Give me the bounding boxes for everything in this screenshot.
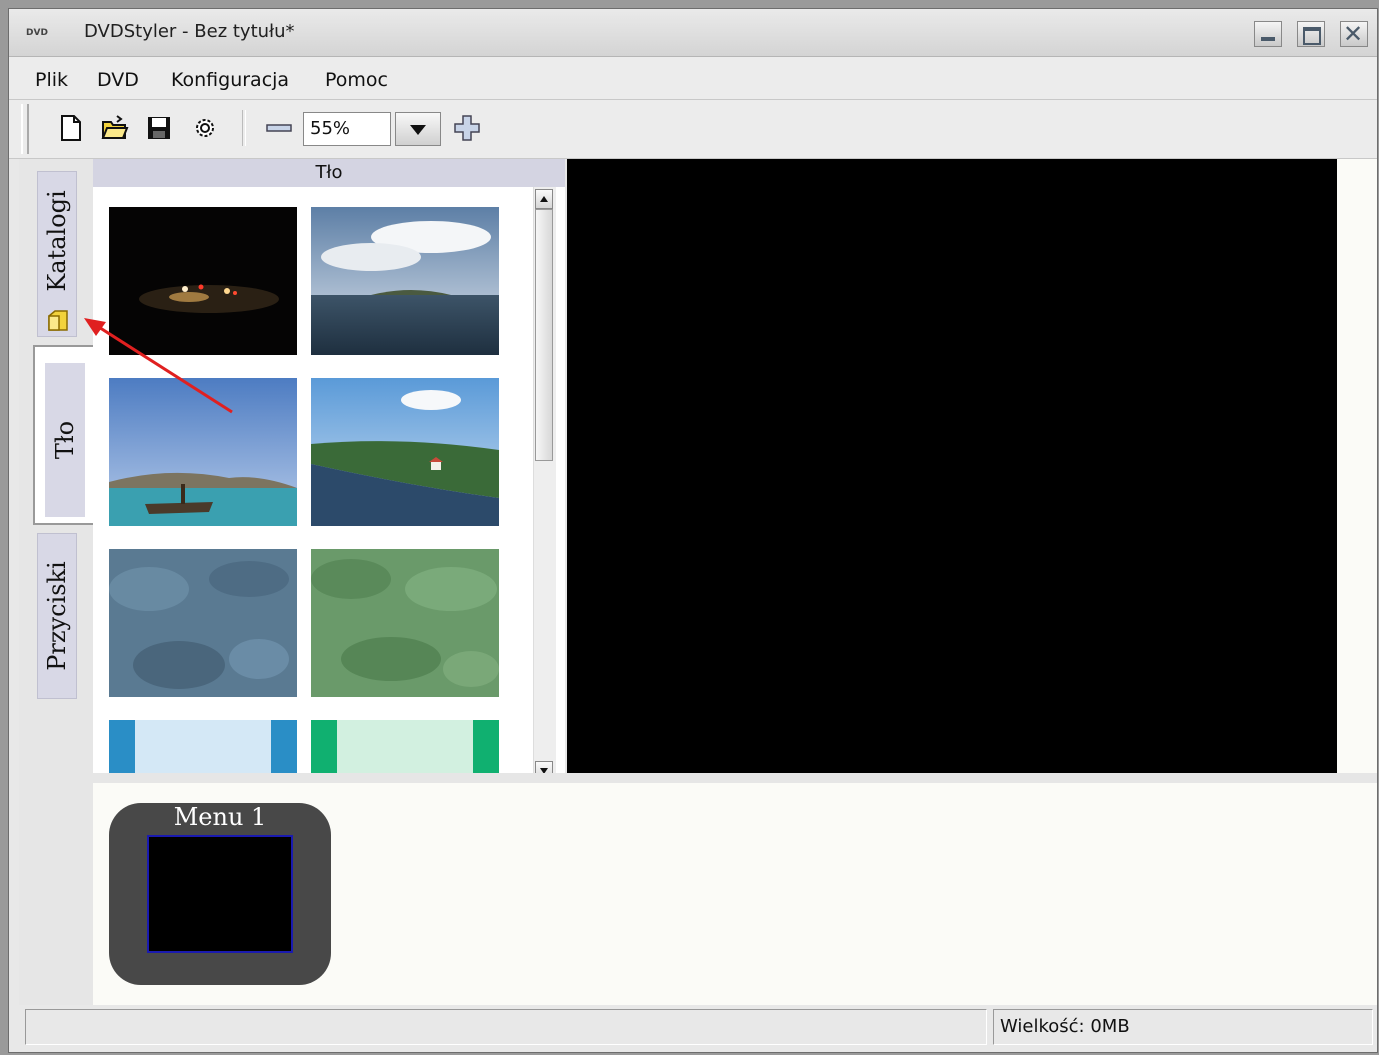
toolbar-separator: [242, 110, 246, 146]
save-icon[interactable]: [145, 114, 173, 142]
new-document-icon[interactable]: [57, 114, 85, 142]
tab-przyciski-label: Przyciski: [43, 561, 71, 671]
menu-card-title: Menu 1: [173, 803, 267, 831]
app-window: DVD DVDStyler - Bez tytułu* ✕ Plik DVD K…: [8, 8, 1378, 1053]
horizontal-splitter[interactable]: [93, 773, 1377, 783]
minimize-button[interactable]: [1254, 21, 1282, 47]
open-folder-icon[interactable]: [101, 114, 129, 142]
title-bar[interactable]: DVD DVDStyler - Bez tytułu* ✕: [9, 9, 1377, 57]
preview-side-area: [1337, 159, 1377, 773]
close-button[interactable]: ✕: [1340, 20, 1368, 48]
status-message: [25, 1009, 987, 1045]
zoom-out-icon[interactable]: [265, 114, 293, 142]
scrollbar-thumb[interactable]: [535, 209, 553, 461]
gear-icon[interactable]: [191, 114, 219, 142]
menu-plik[interactable]: Plik: [35, 69, 68, 91]
zoom-in-icon[interactable]: [453, 114, 481, 142]
folder-icon: [48, 310, 68, 331]
scroll-up-button[interactable]: [535, 189, 553, 209]
tab-katalogi[interactable]: Katalogi: [37, 171, 77, 337]
toolbar-grip[interactable]: [21, 104, 29, 154]
sidebar-tabs: Katalogi Tło Przyciski: [19, 159, 97, 1005]
window-title: DVDStyler - Bez tytułu*: [84, 21, 295, 42]
tab-tlo-label: Tło: [51, 420, 79, 460]
tab-katalogi-label: Katalogi: [43, 190, 71, 292]
thumbnail-ship-coast[interactable]: [109, 378, 297, 526]
thumbnail-blue-camouflage[interactable]: [109, 549, 297, 697]
menu-card-screen: [147, 835, 293, 953]
titleset-panel: Menu 1: [93, 783, 1377, 1005]
tab-tlo[interactable]: Tło: [33, 345, 97, 525]
thumbnail-sea-clouds[interactable]: [311, 207, 499, 355]
menu-konfiguracja[interactable]: Konfiguracja: [171, 69, 289, 91]
tab-przyciski[interactable]: Przyciski: [37, 533, 77, 699]
tab-tlo-inner: Tło: [45, 363, 85, 517]
background-panel: Tło: [93, 159, 565, 783]
zoom-dropdown-button[interactable]: [395, 112, 441, 146]
status-size: Wielkość: 0MB: [993, 1009, 1373, 1045]
thumbnail-river-village[interactable]: [311, 378, 499, 526]
zoom-input[interactable]: 55%: [303, 112, 391, 146]
maximize-button[interactable]: [1297, 21, 1325, 47]
menu-card[interactable]: Menu 1: [109, 803, 331, 985]
menu-bar: Plik DVD Konfiguracja Pomoc: [9, 57, 1377, 100]
status-bar: Wielkość: 0MB: [21, 1005, 1377, 1049]
menu-preview-canvas[interactable]: [567, 159, 1337, 773]
thumbnail-green-camouflage[interactable]: [311, 549, 499, 697]
menu-dvd[interactable]: DVD: [97, 69, 139, 91]
dvd-app-icon: DVD: [26, 28, 48, 38]
background-panel-header: Tło: [93, 159, 565, 187]
toolbar: 55%: [9, 100, 1377, 159]
thumbnail-night-road[interactable]: [109, 207, 297, 355]
thumbnail-scrollbar[interactable]: [533, 187, 556, 783]
menu-pomoc[interactable]: Pomoc: [325, 69, 388, 91]
background-thumbnail-grid: [93, 187, 533, 783]
close-icon: ✕: [1343, 20, 1364, 48]
